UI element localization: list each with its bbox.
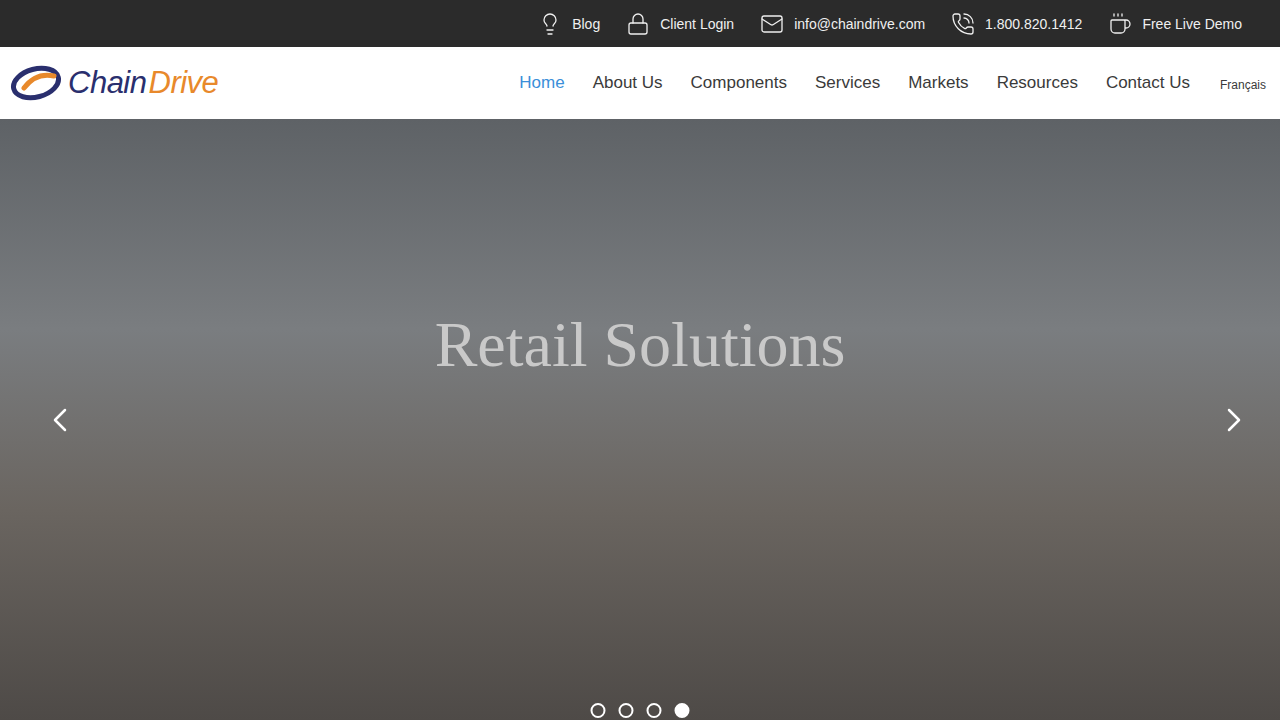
top-link-icon <box>760 12 784 36</box>
slider-dot[interactable] <box>591 703 606 718</box>
top-link[interactable]: Blog <box>538 12 600 36</box>
nav-item[interactable]: About Us <box>593 73 663 93</box>
slider-dot[interactable] <box>675 703 690 718</box>
top-link-icon <box>626 12 650 36</box>
page: Blog Client Login info@chaindrive.com 1.800… <box>0 0 1280 720</box>
nav-item[interactable]: Contact Us <box>1106 73 1190 93</box>
top-link-icon <box>951 12 975 36</box>
slide-caption: Retail Solutions <box>435 308 846 382</box>
prev-button[interactable] <box>36 396 84 444</box>
nav-item[interactable]: Services <box>815 73 880 93</box>
top-link[interactable]: 1.800.820.1412 <box>951 12 1082 36</box>
logo-icon <box>10 64 66 102</box>
slider-dot[interactable] <box>647 703 662 718</box>
chevron-right-icon <box>1214 400 1254 440</box>
logo-text: Chain <box>68 65 147 101</box>
nav-item[interactable]: Components <box>691 73 787 93</box>
top-bar: Blog Client Login info@chaindrive.com 1.800… <box>0 0 1280 47</box>
nav-item[interactable]: Home <box>519 73 564 93</box>
next-button[interactable] <box>1210 396 1258 444</box>
language-link[interactable]: Français <box>1220 75 1266 92</box>
slider-dot[interactable] <box>619 703 634 718</box>
top-link[interactable]: Free Live Demo <box>1108 12 1242 36</box>
nav-bar: ChainDrive Home About Us Components Services… <box>0 47 1280 119</box>
nav-item[interactable]: Resources <box>997 73 1078 93</box>
hero-slider: Retail Solutions <box>0 119 1280 720</box>
top-link-icon <box>1108 12 1132 36</box>
logo-text: Drive <box>149 65 219 101</box>
slider-dots <box>591 703 690 718</box>
top-link[interactable]: info@chaindrive.com <box>760 12 925 36</box>
main-nav: Home About Us Components Services Markets Res… <box>519 73 1266 93</box>
chevron-left-icon <box>40 400 80 440</box>
top-link[interactable]: Client Login <box>626 12 734 36</box>
nav-item[interactable]: Markets <box>908 73 968 93</box>
logo[interactable]: ChainDrive <box>10 64 218 102</box>
top-link-icon <box>538 12 562 36</box>
